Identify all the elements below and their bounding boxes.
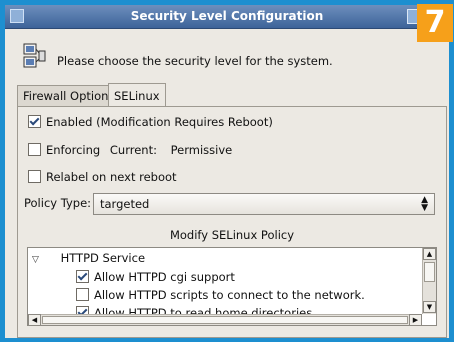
tree-item-checkbox[interactable] xyxy=(76,306,89,314)
scroll-left-icon[interactable]: ◀ xyxy=(28,314,41,325)
policy-tree: ▽ HTTPD Service Allow HTTPD cgi support … xyxy=(27,247,437,326)
current-value: Permissive xyxy=(170,143,233,157)
tree-item-label: Allow HTTPD cgi support xyxy=(94,270,235,284)
security-level-window: Security Level Configuration Please choo… xyxy=(5,5,449,338)
tree-item[interactable]: Allow HTTPD to read home directories xyxy=(76,304,312,314)
tab-firewall-options[interactable]: Firewall Options xyxy=(17,85,121,106)
horizontal-scrollbar[interactable]: ◀ ▶ xyxy=(28,314,422,325)
enabled-checkbox[interactable] xyxy=(28,115,41,128)
policy-type-label: Policy Type: xyxy=(24,196,92,210)
relabel-row[interactable]: Relabel on next reboot xyxy=(28,169,177,185)
enforcing-label[interactable]: Enforcing xyxy=(46,143,100,157)
selinux-panel: Enabled (Modification Requires Reboot) E… xyxy=(17,106,447,338)
tree-item-checkbox[interactable] xyxy=(76,270,89,283)
window-title: Security Level Configuration xyxy=(130,9,324,23)
relabel-checkbox[interactable] xyxy=(28,170,41,183)
horizontal-scroll-thumb[interactable] xyxy=(42,316,408,324)
relabel-label: Relabel on next reboot xyxy=(46,170,177,184)
policy-type-value: targeted xyxy=(100,197,150,211)
scroll-right-icon[interactable]: ▶ xyxy=(409,314,422,325)
title-bar[interactable]: Security Level Configuration xyxy=(5,5,449,29)
scroll-down-icon[interactable]: ▼ xyxy=(423,301,436,313)
enabled-label: Enabled (Modification Requires Reboot) xyxy=(46,115,273,129)
tab-selinux[interactable]: SELinux xyxy=(108,83,166,107)
enabled-row[interactable]: Enabled (Modification Requires Reboot) xyxy=(28,114,273,130)
triangle-down-icon[interactable]: ▽ xyxy=(32,255,39,265)
tree-item-label: Allow HTTPD scripts to connect to the ne… xyxy=(94,288,365,302)
updown-arrows-icon: ▲ ▼ xyxy=(421,195,428,213)
tree-item-label: Allow HTTPD to read home directories xyxy=(94,306,313,314)
modify-policy-label: Modify SELinux Policy xyxy=(169,228,295,242)
header-prompt: Please choose the security level for the… xyxy=(57,54,333,68)
scroll-up-icon[interactable]: ▲ xyxy=(423,248,436,260)
step-number-badge: 7 xyxy=(417,4,453,42)
policy-tree-list: ▽ HTTPD Service Allow HTTPD cgi support … xyxy=(28,248,422,314)
tree-group-label: HTTPD Service xyxy=(60,251,146,265)
vertical-scroll-thumb[interactable] xyxy=(424,262,435,282)
security-computers-icon xyxy=(23,43,46,68)
vertical-scrollbar[interactable]: ▲ ▼ xyxy=(422,248,436,314)
tree-group-httpd[interactable]: ▽ HTTPD Service xyxy=(32,249,145,267)
enforcing-row: Enforcing Current: Permissive xyxy=(28,142,232,158)
enforcing-checkbox[interactable] xyxy=(28,143,41,156)
policy-type-select[interactable]: targeted ▲ ▼ xyxy=(93,193,435,215)
tree-item[interactable]: Allow HTTPD scripts to connect to the ne… xyxy=(76,286,365,304)
tree-item-checkbox[interactable] xyxy=(76,288,89,301)
tree-item[interactable]: Allow HTTPD cgi support xyxy=(76,268,235,286)
current-label: Current: xyxy=(109,143,157,157)
